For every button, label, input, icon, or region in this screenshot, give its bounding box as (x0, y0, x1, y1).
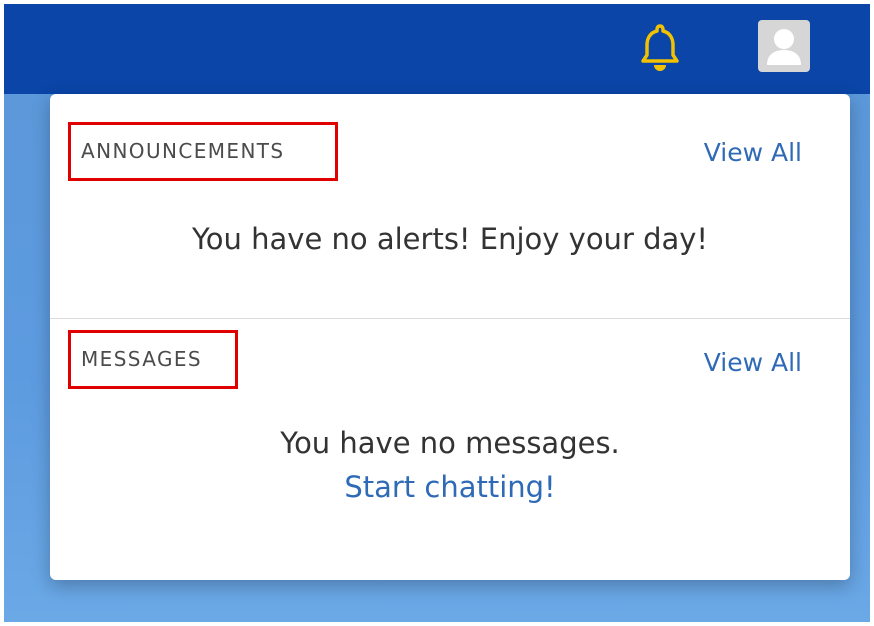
messages-empty-text: You have no messages. (280, 426, 620, 460)
messages-heading: MESSAGES (68, 330, 238, 389)
start-chatting-link[interactable]: Start chatting! (50, 470, 850, 504)
notifications-dropdown: ANNOUNCEMENTS View All You have no alert… (50, 94, 850, 580)
announcements-empty-text: You have no alerts! Enjoy your day! (191, 222, 709, 256)
announcements-heading: ANNOUNCEMENTS (68, 122, 338, 181)
messages-view-all-link[interactable]: View All (704, 348, 802, 377)
user-avatar-icon[interactable] (758, 20, 810, 72)
top-navigation-bar (4, 4, 870, 94)
bell-icon[interactable] (638, 22, 682, 74)
app-frame: ANNOUNCEMENTS View All You have no alert… (4, 4, 870, 622)
announcements-section: ANNOUNCEMENTS View All You have no alert… (50, 94, 850, 318)
messages-section: MESSAGES View All You have no messages. … (50, 318, 850, 580)
announcements-view-all-link[interactable]: View All (704, 138, 802, 167)
